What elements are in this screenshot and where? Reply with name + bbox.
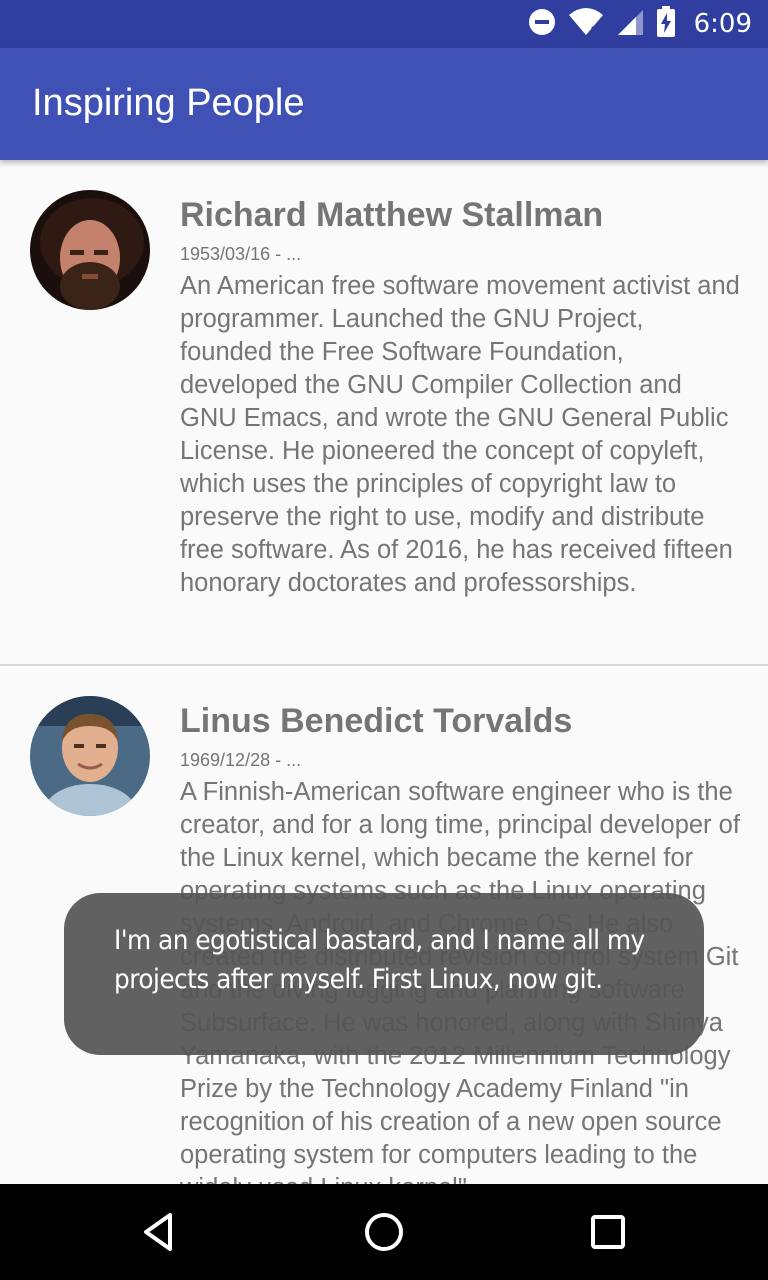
nav-bar — [0, 1184, 768, 1280]
recents-icon — [591, 1215, 625, 1249]
back-icon — [144, 1213, 172, 1251]
toast-text: I'm an egotistical bastard, and I name a… — [114, 925, 645, 995]
app-title: Inspiring People — [32, 82, 305, 124]
toast: I'm an egotistical bastard, and I name a… — [64, 893, 704, 1055]
person-dates: 1969/12/28 - ... — [180, 750, 302, 770]
person-item[interactable]: Richard Matthew Stallman 1953/03/16 - ..… — [0, 160, 768, 666]
cell-signal-icon — [616, 8, 644, 41]
app-bar: Inspiring People — [0, 48, 768, 160]
person-name: Linus Benedict Torvalds — [180, 702, 573, 740]
avatar — [30, 190, 150, 310]
wifi-icon — [568, 7, 604, 42]
do-not-disturb-icon — [528, 8, 556, 41]
status-time: 6:09 — [693, 9, 752, 39]
home-icon — [365, 1213, 403, 1251]
person-dates: 1953/03/16 - ... — [180, 244, 302, 264]
recents-button[interactable] — [584, 1208, 632, 1256]
person-name: Richard Matthew Stallman — [180, 196, 604, 234]
battery-charging-icon — [656, 5, 676, 43]
home-button[interactable] — [360, 1208, 408, 1256]
status-icons: 6:09 — [528, 0, 752, 48]
person-bio: An American free software movement activ… — [180, 272, 740, 597]
back-button[interactable] — [136, 1208, 184, 1256]
avatar — [30, 696, 150, 816]
status-bar: 6:09 — [0, 0, 768, 48]
